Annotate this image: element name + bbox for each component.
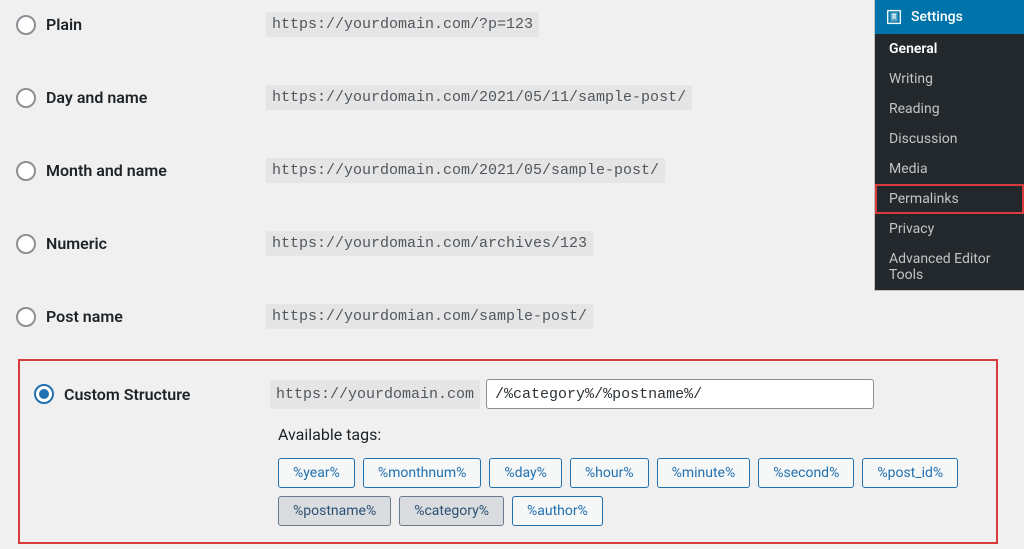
option-postname-row: Post name https://yourdomian.com/sample-…	[16, 304, 1024, 329]
radio-numeric-label: Numeric	[46, 234, 107, 253]
option-custom[interactable]: Custom Structure	[26, 384, 270, 404]
sidebar-item-reading[interactable]: Reading	[875, 94, 1024, 124]
tags-row: %year% %monthnum%%day% %hour% %minute%%seco…	[278, 458, 968, 526]
settings-submenu: Settings GeneralWritingReadingDiscussion…	[875, 0, 1024, 290]
custom-structure-box: Custom Structure https://yourdomain.com …	[18, 359, 998, 544]
radio-plain[interactable]	[16, 15, 36, 35]
url-sample-postname: https://yourdomian.com/sample-post/	[266, 304, 593, 329]
option-dayname[interactable]: Day and name	[16, 88, 266, 108]
option-numeric-row: Numeric https://yourdomain.com/archives/…	[16, 231, 1024, 256]
option-dayname-row: Day and name https://yourdomain.com/2021…	[16, 85, 1024, 110]
radio-postname[interactable]	[16, 307, 36, 327]
settings-menu-header[interactable]: Settings	[875, 0, 1024, 34]
radio-monthname-label: Month and name	[46, 161, 167, 180]
sidebar-item-writing[interactable]: Writing	[875, 64, 1024, 94]
url-sample-plain: https://yourdomain.com/?p=123	[266, 12, 539, 37]
tag-button-postname[interactable]: %postname%	[278, 496, 391, 526]
settings-icon	[885, 8, 903, 26]
sidebar-item-general[interactable]: General	[875, 34, 1024, 64]
tag-button-author[interactable]: %author%	[512, 496, 603, 526]
tag-button-minute[interactable]: %minute%	[657, 458, 751, 488]
tag-button-category[interactable]: %category%	[399, 496, 504, 526]
option-plain-row: Plain https://yourdomain.com/?p=123	[16, 12, 1024, 37]
custom-structure-input[interactable]	[486, 379, 874, 409]
radio-dayname-label: Day and name	[46, 88, 147, 107]
sidebar-item-privacy[interactable]: Privacy	[875, 214, 1024, 244]
tag-button-second[interactable]: %second%	[758, 458, 854, 488]
radio-dayname[interactable]	[16, 88, 36, 108]
radio-custom-label: Custom Structure	[64, 385, 190, 404]
available-tags-label: Available tags:	[278, 425, 982, 444]
option-monthname-row: Month and name https://yourdomain.com/20…	[16, 158, 1024, 183]
tag-button-year[interactable]: %year%	[278, 458, 355, 488]
option-plain[interactable]: Plain	[16, 15, 266, 35]
tag-button-hour[interactable]: %hour%	[570, 458, 649, 488]
available-tags-section: Available tags: %year% %monthnum%%day% %ho…	[278, 425, 982, 526]
permalink-settings-form: Plain https://yourdomain.com/?p=123 Day …	[0, 0, 1024, 544]
sidebar-item-media[interactable]: Media	[875, 154, 1024, 184]
radio-monthname[interactable]	[16, 161, 36, 181]
sidebar-item-discussion[interactable]: Discussion	[875, 124, 1024, 154]
custom-base-url: https://yourdomain.com	[270, 380, 480, 409]
radio-custom[interactable]	[34, 384, 54, 404]
option-numeric[interactable]: Numeric	[16, 234, 266, 254]
url-sample-numeric: https://yourdomain.com/archives/123	[266, 231, 593, 256]
radio-numeric[interactable]	[16, 234, 36, 254]
custom-structure-row: Custom Structure https://yourdomain.com	[26, 379, 982, 409]
settings-menu-header-label: Settings	[911, 9, 963, 25]
tag-button-post_id[interactable]: %post_id%	[862, 458, 958, 488]
url-sample-monthname: https://yourdomain.com/2021/05/sample-po…	[266, 158, 665, 183]
sidebar-item-advanced-editor-tools[interactable]: Advanced Editor Tools	[875, 244, 1024, 290]
radio-postname-label: Post name	[46, 307, 123, 326]
option-postname[interactable]: Post name	[16, 307, 266, 327]
tag-button-monthnum[interactable]: %monthnum%	[363, 458, 482, 488]
radio-plain-label: Plain	[46, 15, 82, 34]
tag-button-day[interactable]: %day%	[489, 458, 562, 488]
sidebar-item-permalinks[interactable]: Permalinks	[875, 184, 1024, 214]
url-sample-dayname: https://yourdomain.com/2021/05/11/sample…	[266, 85, 692, 110]
option-monthname[interactable]: Month and name	[16, 161, 266, 181]
